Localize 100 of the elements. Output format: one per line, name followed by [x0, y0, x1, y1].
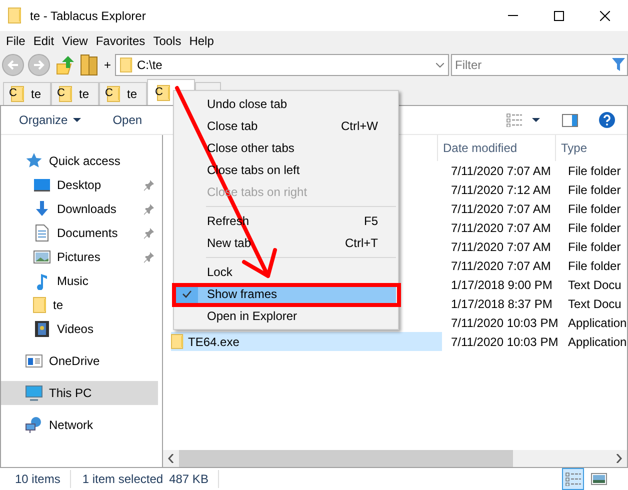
details-view-icon: [565, 472, 581, 486]
nav-label: te: [53, 297, 64, 314]
help-icon[interactable]: [599, 112, 615, 128]
image-icon: [591, 473, 607, 485]
folder-up-icon[interactable]: [56, 54, 76, 76]
star-icon: [25, 152, 43, 170]
type-cell-text: File folder: [567, 182, 622, 198]
folder-icon: [171, 333, 184, 350]
preview-pane-icon[interactable]: [562, 114, 578, 126]
date-cell-text: 1/17/2018 9:00 PM: [450, 276, 554, 294]
pin-icon[interactable]: [143, 179, 155, 191]
date-cell-text: 7/11/2020 7:07 AM: [450, 258, 552, 274]
tab[interactable]: C te: [99, 82, 147, 105]
menu-item[interactable]: Tools: [152, 32, 182, 50]
caret-icon: [72, 118, 81, 122]
tab[interactable]: C te: [3, 82, 51, 105]
folder-icon: [59, 86, 73, 102]
menu-item[interactable]: View: [61, 32, 89, 50]
nav-label: Network: [49, 417, 94, 434]
address-field[interactable]: C:\te: [115, 54, 450, 76]
nav-label: Desktop: [57, 177, 102, 194]
scroll-left-icon[interactable]: [168, 454, 174, 463]
status-text: 10 items: [15, 470, 72, 488]
nav-label: Music: [57, 273, 88, 290]
nav-label: Quick access: [49, 153, 120, 170]
address-text: C:\te: [137, 57, 162, 74]
window-title: te - Tablacus Explorer: [30, 8, 146, 24]
tab-label: te: [79, 86, 90, 103]
nav-label: Pictures: [57, 249, 100, 266]
back-button[interactable]: [2, 54, 24, 76]
nav-item[interactable]: Music: [1, 269, 158, 293]
nav-item[interactable]: Network: [1, 413, 158, 437]
menu-label: Lock: [207, 264, 232, 281]
menu-item[interactable]: File: [5, 32, 26, 50]
drive-letter: C: [57, 86, 65, 100]
file-name: TE64.exe: [188, 334, 240, 350]
nav-label: Downloads: [57, 201, 116, 218]
details-view-icon[interactable]: [506, 113, 522, 127]
menu-label: Close other tabs: [207, 140, 294, 157]
open-button[interactable]: Open: [112, 111, 142, 129]
menu-item[interactable]: Close other tabs: [176, 137, 396, 159]
pin-icon[interactable]: [143, 251, 155, 263]
filter-field[interactable]: Filter: [451, 54, 628, 76]
date-cell-text: 7/11/2020 7:12 AM: [450, 182, 552, 198]
document-icon: [33, 224, 51, 242]
folder-icon: [107, 86, 121, 102]
folder-icon: [120, 57, 134, 73]
pin-icon[interactable]: [143, 227, 155, 239]
forward-button[interactable]: [28, 54, 50, 76]
film-icon: [33, 320, 51, 338]
funnel-icon[interactable]: [612, 58, 625, 71]
type-cell-text: Application: [567, 334, 627, 350]
nav-item[interactable]: Downloads: [1, 197, 158, 221]
nav-item[interactable]: Documents: [1, 221, 158, 245]
dropdown-chevron-icon[interactable]: [436, 62, 444, 68]
tab-label: te: [31, 86, 42, 103]
tab[interactable]: C te: [51, 82, 99, 105]
drive-letter: C: [155, 84, 163, 98]
nav-label: Documents: [57, 225, 118, 242]
details-view-button[interactable]: [562, 468, 584, 490]
menu-item[interactable]: New tab Ctrl+T: [176, 232, 396, 254]
organize-button[interactable]: Organize: [19, 111, 81, 129]
pin-icon[interactable]: [143, 203, 155, 215]
folders-icon[interactable]: [80, 53, 100, 77]
nav-item[interactable]: Videos: [1, 317, 158, 341]
nav-item[interactable]: OneDrive: [1, 349, 158, 373]
nav-item[interactable]: Quick access: [1, 149, 158, 173]
column-header[interactable]: Type: [555, 135, 627, 161]
nav-item[interactable]: te: [1, 293, 158, 317]
nav-item[interactable]: Pictures: [1, 245, 158, 269]
horizontal-scrollbar[interactable]: [163, 450, 627, 467]
type-cell-text: File folder: [567, 238, 622, 256]
menu-item[interactable]: Help: [188, 32, 215, 50]
image-icon: [33, 248, 51, 266]
nav-item[interactable]: Desktop: [1, 173, 158, 197]
scroll-right-icon[interactable]: [616, 454, 622, 463]
folder-icon: [33, 296, 47, 314]
date-cell-text: 7/11/2020 10:03 PM: [450, 334, 560, 350]
scrollbar-thumb[interactable]: [179, 450, 513, 467]
menu-label: New tab: [207, 235, 252, 252]
nav-item[interactable]: This PC: [1, 381, 158, 405]
menu-label: Open in Explorer: [207, 308, 298, 325]
caret-icon[interactable]: [532, 118, 540, 122]
shortcut-text: Ctrl+T: [345, 235, 378, 252]
menu-item[interactable]: Open in Explorer: [176, 305, 396, 327]
nav-label: This PC: [49, 385, 92, 402]
shortcut-text: Ctrl+W: [341, 118, 378, 135]
menu-label: Undo close tab: [207, 96, 288, 113]
menu-item[interactable]: Lock: [176, 261, 396, 283]
window-icon: [25, 352, 43, 370]
add-label: +: [104, 57, 112, 74]
column-header[interactable]: Date modified: [437, 135, 555, 161]
menu-item[interactable]: Favorites: [94, 32, 146, 50]
status-text: 487 KB: [163, 470, 220, 488]
type-cell-text: File folder: [567, 200, 622, 218]
menu-item[interactable]: Close tab Ctrl+W: [176, 115, 396, 137]
date-cell-text: 1/17/2018 8:37 PM: [450, 296, 554, 312]
type-cell-text: File folder: [567, 220, 622, 236]
menu-item[interactable]: Edit: [32, 32, 56, 50]
type-cell-text: File folder: [567, 258, 622, 274]
